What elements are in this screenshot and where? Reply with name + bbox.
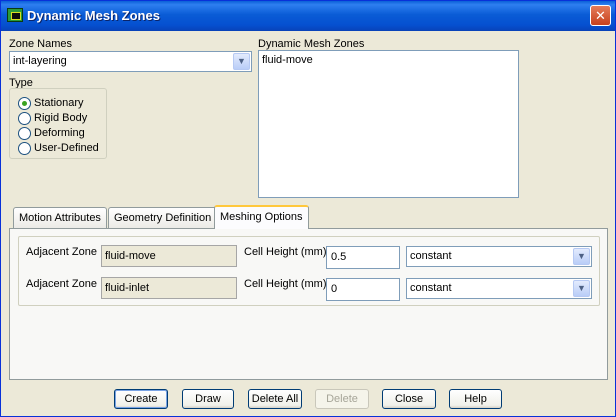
adjacent-zone-label: Adjacent Zone xyxy=(26,278,97,290)
tab-motion-attributes[interactable]: Motion Attributes xyxy=(13,207,107,228)
radio-icon xyxy=(18,112,31,125)
title-bar[interactable]: Dynamic Mesh Zones ✕ xyxy=(1,1,615,31)
window-title: Dynamic Mesh Zones xyxy=(27,8,160,23)
adjacent-zone-field: fluid-inlet xyxy=(101,277,237,299)
create-button[interactable]: Create xyxy=(114,389,168,409)
close-icon: ✕ xyxy=(595,8,606,23)
help-button[interactable]: Help xyxy=(449,389,502,409)
adjacent-zone-field: fluid-move xyxy=(101,245,237,267)
radio-selected-icon xyxy=(18,97,31,110)
tab-geometry-definition[interactable]: Geometry Definition xyxy=(108,207,218,228)
radio-icon xyxy=(18,142,31,155)
dynamic-mesh-zones-list[interactable]: fluid-move xyxy=(258,50,519,198)
draw-button[interactable]: Draw xyxy=(182,389,234,409)
chevron-down-icon[interactable]: ▼ xyxy=(233,53,250,70)
chevron-down-icon[interactable]: ▼ xyxy=(573,248,590,265)
cell-height-label: Cell Height (mm) xyxy=(244,278,327,290)
zone-names-dropdown[interactable]: int-layering ▼ xyxy=(9,51,252,72)
chevron-down-icon[interactable]: ▼ xyxy=(573,280,590,297)
radio-icon xyxy=(18,127,31,140)
tab-meshing-options[interactable]: Meshing Options xyxy=(214,205,309,229)
delete-all-button[interactable]: Delete All xyxy=(248,389,302,409)
cell-height-label: Cell Height (mm) xyxy=(244,246,327,258)
close-button[interactable]: Close xyxy=(382,389,436,409)
close-window-button[interactable]: ✕ xyxy=(590,5,611,26)
cell-height-input[interactable]: 0 xyxy=(326,278,400,301)
app-icon xyxy=(7,8,23,22)
zone-names-label: Zone Names xyxy=(9,38,72,50)
list-item[interactable]: fluid-move xyxy=(262,54,313,66)
type-group: Stationary Rigid Body Deforming User-Def… xyxy=(9,88,107,159)
cell-height-method-dropdown[interactable]: constant ▼ xyxy=(406,246,592,267)
dynamic-mesh-zones-dialog: Dynamic Mesh Zones ✕ Zone Names int-laye… xyxy=(0,0,616,417)
zone-names-selected: int-layering xyxy=(13,55,67,67)
cell-height-method-dropdown[interactable]: constant ▼ xyxy=(406,278,592,299)
cell-height-input[interactable]: 0.5 xyxy=(326,246,400,269)
adjacent-zone-label: Adjacent Zone xyxy=(26,246,97,258)
delete-button[interactable]: Delete xyxy=(315,389,369,409)
dynamic-mesh-zones-label: Dynamic Mesh Zones xyxy=(258,38,365,50)
